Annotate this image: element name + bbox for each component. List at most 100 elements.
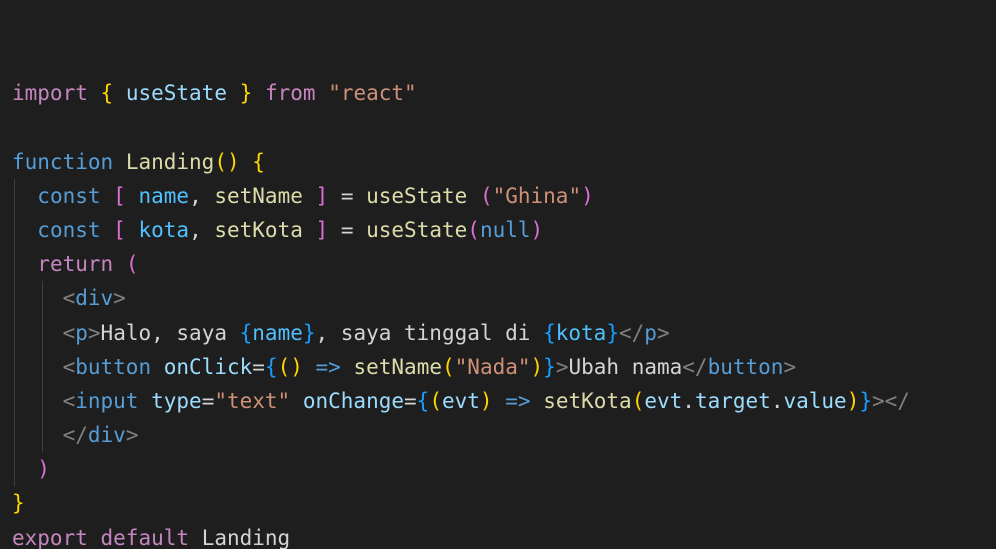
code-token: setKota xyxy=(543,388,632,413)
code-token: Ubah nama xyxy=(568,354,683,379)
indent-guide xyxy=(14,418,15,453)
code-line[interactable]: <input type="text" onChange={(evt) => se… xyxy=(12,383,910,419)
code-token: name xyxy=(252,320,303,345)
code-line[interactable]: } xyxy=(12,486,910,520)
code-line[interactable]: import { useState } from "react" xyxy=(12,76,910,110)
code-line[interactable]: const [ name, setName ] = useState ("Ghi… xyxy=(12,178,910,213)
code-line[interactable] xyxy=(12,110,910,144)
code-token: button xyxy=(75,354,152,379)
code-token: => xyxy=(315,354,341,379)
code-token: useState xyxy=(366,217,468,242)
code-token: ] xyxy=(315,217,329,242)
code-token: . xyxy=(770,388,784,413)
code-token: type xyxy=(151,388,202,413)
code-line[interactable]: function Landing() { xyxy=(12,145,910,179)
code-token: ) xyxy=(530,217,544,242)
code-token: p xyxy=(644,320,657,345)
code-token: , xyxy=(189,183,215,208)
code-token: default xyxy=(100,525,190,549)
code-token: { xyxy=(543,320,556,345)
code-line[interactable]: </div> xyxy=(12,418,910,453)
code-token: . xyxy=(682,388,695,413)
code-line[interactable]: const [ kota, setKota ] = useState(null) xyxy=(12,212,910,248)
code-token: ) xyxy=(581,183,594,208)
code-token: </ xyxy=(618,320,645,345)
code-token: } xyxy=(606,320,619,345)
code-token: } xyxy=(12,491,25,516)
code-token: > xyxy=(87,320,101,345)
code-token: useState xyxy=(125,81,227,106)
code-token: </ xyxy=(62,423,88,448)
code-token: Halo, saya xyxy=(100,320,240,345)
code-token: ( xyxy=(125,252,139,277)
code-token: ( xyxy=(429,388,442,413)
code-token: < xyxy=(62,388,76,413)
code-line[interactable]: export default Landing xyxy=(12,521,910,549)
code-token: onClick xyxy=(163,354,253,379)
code-token: ) xyxy=(530,354,544,379)
code-token: > xyxy=(125,423,139,448)
code-token: => xyxy=(505,388,531,413)
indent-guide xyxy=(42,383,43,419)
code-token: ( xyxy=(479,183,493,208)
code-token: useState xyxy=(366,183,468,208)
indent-guide xyxy=(14,452,15,487)
indent-guide xyxy=(14,281,15,316)
code-token: const xyxy=(37,217,101,242)
code-token: button xyxy=(707,354,784,379)
code-token: import xyxy=(12,81,88,106)
code-line[interactable]: <button onClick={() => setName("Nada")}>… xyxy=(12,349,910,384)
code-token: export xyxy=(12,525,88,549)
code-editor[interactable]: import { useState } from "react" functio… xyxy=(0,0,996,549)
code-token: "react" xyxy=(328,81,417,106)
code-token: } xyxy=(239,81,253,106)
code-token: > xyxy=(656,320,670,345)
code-token: , xyxy=(189,217,215,242)
indent-guide xyxy=(42,281,43,316)
code-token: = xyxy=(328,183,367,208)
code-token: = xyxy=(252,354,265,379)
code-token: ) xyxy=(479,388,493,413)
code-token: "text" xyxy=(214,388,291,413)
code-token: < xyxy=(62,354,76,379)
code-token: input xyxy=(75,388,139,413)
code-token: "Nada" xyxy=(454,354,531,379)
code-token: { xyxy=(100,81,114,106)
code-line[interactable] xyxy=(12,42,910,76)
code-token: div xyxy=(87,423,126,448)
code-token: > xyxy=(783,354,797,379)
code-token: evt xyxy=(441,388,480,413)
code-block[interactable]: import { useState } from "react" functio… xyxy=(12,42,910,549)
code-token: ) xyxy=(37,457,50,482)
code-token: kota xyxy=(138,217,190,242)
code-token: value xyxy=(783,388,847,413)
code-line[interactable]: <p>Halo, saya {name}, saya tinggal di {k… xyxy=(12,315,910,350)
code-token: } xyxy=(859,388,872,413)
code-token: , saya tinggal di xyxy=(315,320,544,345)
code-line[interactable]: <div> xyxy=(12,281,910,316)
code-token: setKota xyxy=(214,217,303,242)
code-token: = xyxy=(404,388,417,413)
code-token: { xyxy=(239,320,253,345)
code-line[interactable]: ) xyxy=(12,452,910,487)
code-token: < xyxy=(62,286,76,311)
code-line[interactable]: return ( xyxy=(12,247,910,282)
